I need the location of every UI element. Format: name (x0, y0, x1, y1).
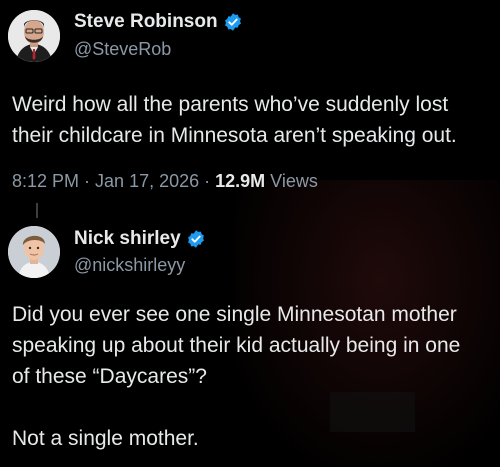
tweet-time[interactable]: 8:12 PM (12, 171, 79, 192)
verified-badge-icon (223, 12, 243, 32)
thread-connector-line (36, 203, 38, 218)
display-name[interactable]: Nick shirley (74, 228, 181, 250)
author-handle[interactable]: @SteveRob (74, 39, 171, 60)
avatar[interactable] (8, 226, 60, 278)
views-label: Views (270, 171, 318, 191)
display-name[interactable]: Steve Robinson (74, 11, 218, 33)
tweet-text: Weird how all the parents who’ve suddenl… (12, 93, 457, 147)
author-name-row: Steve Robinson (74, 11, 243, 33)
tweet-date[interactable]: Jan 17, 2026 (95, 171, 199, 192)
avatar[interactable] (8, 10, 60, 62)
verified-badge-icon (186, 229, 206, 249)
views-count[interactable]: 12.9M (215, 171, 265, 192)
tweet-text: Did you ever see one single Minnesotan m… (12, 303, 461, 450)
author-name-row: Nick shirley (74, 228, 206, 250)
author-handle[interactable]: @nickshirleyy (74, 255, 185, 276)
tweet-meta: 8:12 PM · Jan 17, 2026 · 12.9M Views (12, 171, 318, 192)
meta-separator: · (84, 171, 91, 191)
meta-separator: · (204, 171, 211, 191)
